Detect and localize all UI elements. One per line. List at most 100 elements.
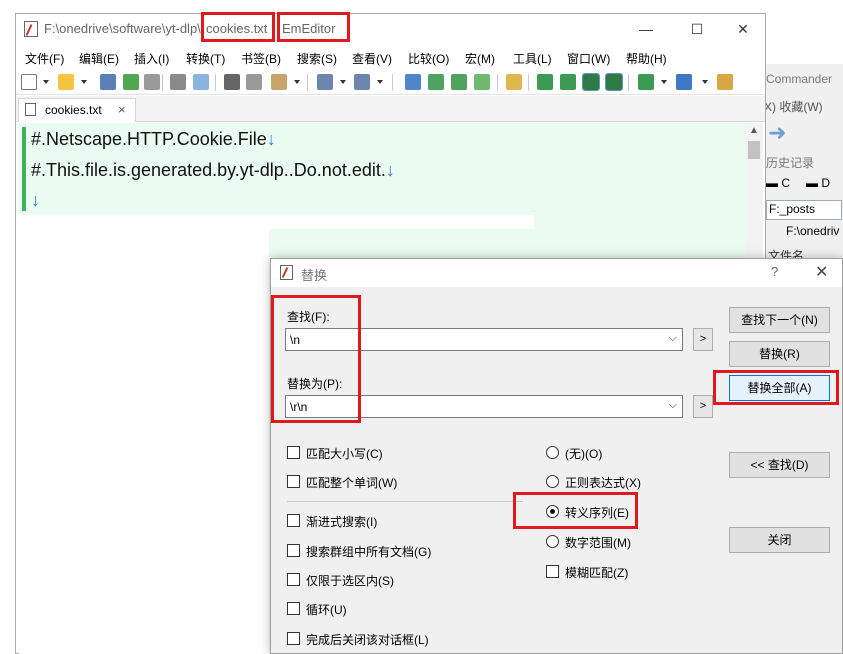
close-window-button[interactable]: ✕ <box>723 18 763 40</box>
toolbar-separator <box>392 74 393 91</box>
save-icon[interactable] <box>100 74 116 90</box>
chevron-down-icon[interactable]: ⌵ <box>669 399 677 412</box>
menu-edit[interactable]: 编辑(E) <box>79 50 119 67</box>
print-icon[interactable] <box>170 74 186 90</box>
undo-dropdown-icon[interactable] <box>340 80 346 84</box>
find-collapse-button[interactable]: << 查找(D) <box>729 452 830 478</box>
cut-icon[interactable] <box>224 74 240 90</box>
close-when-done-label: 完成后关闭该对话框(L) <box>306 633 429 647</box>
checkbox-box[interactable] <box>287 632 300 645</box>
copy-icon[interactable] <box>246 74 262 90</box>
replace-input[interactable]: \r\n ⌵ <box>285 395 683 418</box>
checkbox-box[interactable] <box>287 602 300 615</box>
path-box[interactable]: F:_posts <box>766 200 842 220</box>
drive-d-button[interactable]: ▬ D <box>806 176 830 190</box>
tab-close-icon[interactable]: × <box>118 102 126 117</box>
radio-circle[interactable] <box>546 475 559 488</box>
replace-options-button[interactable]: > <box>693 395 713 418</box>
customize-icon[interactable] <box>717 74 733 90</box>
dialog-close-icon[interactable]: ✕ <box>815 262 828 282</box>
find-options-button[interactable]: > <box>693 328 713 351</box>
current-path-label: F:\onedriv <box>786 224 840 238</box>
scroll-up-icon[interactable]: ▲ <box>749 125 759 136</box>
background-window-menu: X) 收藏(W) <box>764 100 823 114</box>
maximize-button[interactable]: ☐ <box>677 18 717 40</box>
tool-dropdown-icon-2[interactable] <box>702 80 708 84</box>
tab-bar: cookies.txt × <box>16 96 765 122</box>
reload-icon[interactable] <box>123 74 139 90</box>
menu-insert[interactable]: 插入(I) <box>134 50 169 67</box>
chevron-down-icon[interactable]: ⌵ <box>669 332 677 345</box>
app-name: EmEditor <box>282 21 336 36</box>
checkbox-box[interactable] <box>287 446 300 459</box>
tool-dropdown-icon[interactable] <box>661 80 667 84</box>
view-icon-2[interactable] <box>560 74 576 90</box>
find-next-button[interactable]: 查找下一个(N) <box>729 307 830 333</box>
view-icon-1[interactable] <box>537 74 553 90</box>
menu-window[interactable]: 窗口(W) <box>567 50 610 67</box>
checkbox-box[interactable] <box>287 475 300 488</box>
editor-highlight <box>534 215 745 229</box>
drive-c-button[interactable]: ▬ C <box>766 176 790 190</box>
find-next-icon[interactable] <box>428 74 444 90</box>
open-folder-icon[interactable] <box>58 74 74 90</box>
newline-mark: ↓ <box>31 190 40 210</box>
menu-tools[interactable]: 工具(L) <box>513 50 552 67</box>
checkbox-box[interactable] <box>287 514 300 527</box>
redo-icon[interactable] <box>354 74 370 90</box>
background-window-title: Commander <box>766 72 833 86</box>
line-2-text: #.This.file.is.generated.by.yt-dlp..Do.n… <box>31 160 386 180</box>
replace-all-button[interactable]: 替换全部(A) <box>729 375 830 401</box>
checkbox-box[interactable] <box>287 544 300 557</box>
minimize-button[interactable]: — <box>626 18 666 40</box>
show-marks-icon[interactable] <box>605 73 623 91</box>
scroll-thumb[interactable] <box>748 141 760 159</box>
undo-icon[interactable] <box>317 74 333 90</box>
menu-file[interactable]: 文件(F) <box>25 50 64 67</box>
menu-view[interactable]: 查看(V) <box>352 50 392 67</box>
help-icon[interactable]: ? <box>771 264 778 279</box>
drive-c-label: C <box>781 176 791 190</box>
open-dropdown-icon[interactable] <box>81 80 87 84</box>
word-wrap-icon[interactable] <box>582 73 600 91</box>
paste-dropdown-icon[interactable] <box>294 80 300 84</box>
find-input[interactable]: \n ⌵ <box>285 328 683 351</box>
mode-escape-label: 转义序列(E) <box>565 506 629 520</box>
incremental-search-label: 渐进式搜索(I) <box>306 515 378 529</box>
document-icon <box>25 103 36 116</box>
menu-compare[interactable]: 比较(O) <box>408 50 449 67</box>
print-preview-icon[interactable] <box>193 74 209 90</box>
new-dropdown-icon[interactable] <box>43 80 49 84</box>
forward-arrow-icon: ➜ <box>768 120 787 145</box>
checkbox-box[interactable] <box>287 573 300 586</box>
mode-numeric-range-label: 数字范围(M) <box>565 536 631 550</box>
menu-macro[interactable]: 宏(M) <box>465 50 495 67</box>
editor-line-2: #.This.file.is.generated.by.yt-dlp..Do.n… <box>31 160 395 181</box>
find-in-files-icon[interactable] <box>506 74 522 90</box>
close-button[interactable]: 关闭 <box>729 527 830 553</box>
tool-icon-2[interactable] <box>676 74 692 90</box>
tab-cookies-txt[interactable]: cookies.txt × <box>18 98 136 122</box>
replace-button[interactable]: 替换(R) <box>729 341 830 367</box>
radio-circle[interactable] <box>546 535 559 548</box>
radio-circle-selected[interactable] <box>546 505 559 518</box>
menu-search[interactable]: 搜索(S) <box>297 50 337 67</box>
redo-dropdown-icon[interactable] <box>377 80 383 84</box>
tab-label: cookies.txt <box>45 103 102 117</box>
history-button[interactable]: 历史记录 <box>766 154 814 171</box>
save-all-icon[interactable] <box>144 74 160 90</box>
replace-input-value: \r\n <box>290 400 308 414</box>
menu-help[interactable]: 帮助(H) <box>626 50 667 67</box>
menu-bookmark[interactable]: 书签(B) <box>241 50 281 67</box>
find-icon[interactable] <box>405 74 421 90</box>
radio-circle[interactable] <box>546 446 559 459</box>
paste-icon[interactable] <box>271 74 287 90</box>
newline-mark: ↓ <box>266 129 276 149</box>
find-previous-icon[interactable] <box>451 74 467 90</box>
checkbox-box[interactable] <box>546 565 559 578</box>
menu-bar: 文件(F) 编辑(E) 插入(I) 转换(T) 书签(B) 搜索(S) 查看(V… <box>16 47 765 69</box>
menu-convert[interactable]: 转换(T) <box>186 50 225 67</box>
replace-icon[interactable] <box>474 74 490 90</box>
new-file-icon[interactable] <box>21 74 37 90</box>
tool-icon-1[interactable] <box>638 74 654 90</box>
